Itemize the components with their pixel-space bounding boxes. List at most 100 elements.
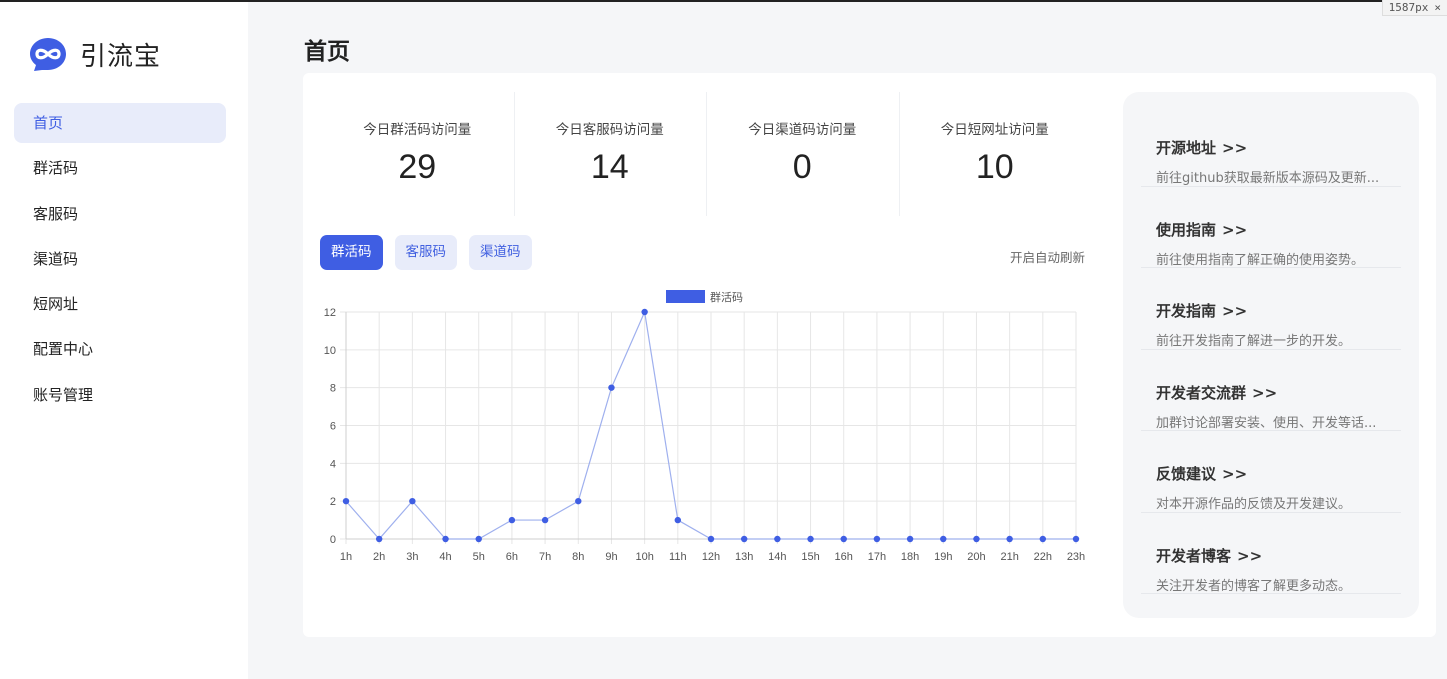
link-title: 开源地址 >> [1156, 137, 1247, 158]
link-title-text: 开发指南 [1156, 302, 1217, 320]
y-tick-label: 4 [330, 458, 336, 470]
stat-label: 今日客服码访问量 [555, 122, 664, 138]
link-desc: 对本开源作品的反馈及开发建议。 [1156, 497, 1352, 512]
data-point [1006, 535, 1013, 543]
x-tick-label: 6h [506, 551, 518, 563]
sidebar-item-group-code[interactable]: 群活码 [14, 148, 226, 188]
x-tick-label: 2h [373, 551, 385, 563]
data-point [707, 535, 715, 543]
data-point [409, 497, 416, 505]
data-point [475, 535, 482, 543]
x-tick-label: 5h [473, 551, 485, 563]
x-tick-label: 10h [635, 551, 653, 563]
sidebar-nav: 首页 群活码 客服码 渠道码 短网址 配置中心 账号管理 [14, 103, 226, 420]
width-badge: 1587px × [1381, 0, 1447, 16]
link-dev-guide[interactable]: 开发指南 >> 前往开发指南了解进一步的开发。 [1141, 268, 1401, 350]
link-title: 开发者交流群 >> [1156, 382, 1277, 403]
link-title: 开发指南 >> [1156, 300, 1247, 321]
data-point [973, 535, 980, 543]
x-tick-label: 17h [868, 551, 886, 563]
sidebar: 引流宝 首页 群活码 客服码 渠道码 短网址 配置中心 账号管理 [0, 2, 248, 679]
data-point [674, 516, 682, 524]
x-tick-label: 4h [439, 551, 451, 563]
x-tick-label: 20h [967, 551, 985, 563]
link-desc: 关注开发者的博客了解更多动态。 [1156, 578, 1352, 594]
link-title: 反馈建议 >> [1156, 463, 1247, 484]
page-title: 首页 [304, 39, 350, 65]
link-title-text: 开发者博客 [1156, 546, 1232, 565]
y-tick-label: 6 [330, 421, 336, 433]
x-tick-label: 8h [572, 551, 584, 563]
x-tick-label: 18h [901, 551, 919, 563]
x-tick-label: 15h [801, 551, 819, 563]
sidebar-item-service-code[interactable]: 客服码 [14, 194, 226, 234]
app-logo[interactable]: 引流宝 [28, 34, 161, 74]
data-point [342, 497, 350, 505]
x-tick-label: 23h [1067, 551, 1085, 563]
link-desc: 前往使用指南了解正确的使用姿势。 [1156, 252, 1365, 268]
link-title-text: 开源地址 [1156, 139, 1217, 157]
close-badge-icon[interactable]: × [1434, 1, 1441, 14]
link-feedback[interactable]: 反馈建议 >> 对本开源作品的反馈及开发建议。 [1141, 431, 1401, 513]
data-point [1039, 535, 1047, 543]
link-dev-blog[interactable]: 开发者博客 >> 关注开发者的博客了解更多动态。 [1141, 513, 1401, 594]
data-point [608, 384, 615, 391]
link-dev-group[interactable]: 开发者交流群 >> 加群讨论部署安装、使用、开发等话... [1141, 350, 1401, 431]
sidebar-item-account[interactable]: 账号管理 [14, 375, 226, 415]
link-title-text: 开发者交流群 [1156, 383, 1247, 402]
data-point [873, 535, 881, 543]
chevron-right-icon: >> [1222, 220, 1248, 239]
stat-short-url: 今日短网址访问量 10 [898, 92, 1092, 216]
data-point [641, 308, 648, 316]
chevron-right-icon: >> [1222, 302, 1248, 320]
stat-label: 今日短网址访问量 [940, 122, 1049, 138]
y-tick-label: 8 [330, 383, 336, 395]
visits-line-chart: 0 2 4 6 8 10 12 1h 2h 3h 4h 5h 6h 7h 8h 9h 10h 11h 12h 13h 1… [324, 290, 1085, 563]
sidebar-item-short-url[interactable]: 短网址 [14, 284, 226, 324]
y-tick-label: 0 [330, 534, 336, 546]
stat-value: 29 [398, 148, 437, 186]
data-point [774, 535, 781, 543]
sidebar-item-channel-code[interactable]: 渠道码 [14, 239, 226, 279]
stat-value: 0 [792, 148, 812, 186]
auto-refresh-toggle[interactable]: 开启自动刷新 [1010, 247, 1085, 266]
x-tick-label: 9h [605, 551, 617, 563]
link-desc: 加群讨论部署安装、使用、开发等话... [1156, 415, 1377, 431]
link-desc: 前往github获取最新版本源码及更新... [1156, 171, 1380, 186]
x-tick-label: 22h [1034, 551, 1052, 563]
x-tick-label: 11h [669, 551, 687, 563]
tab-channel-code[interactable]: 渠道码 [469, 235, 532, 270]
stat-label: 今日渠道码访问量 [748, 122, 857, 138]
app-name: 引流宝 [80, 41, 162, 72]
link-title-text: 使用指南 [1156, 220, 1217, 239]
data-point [840, 535, 847, 543]
y-tick-label: 2 [330, 496, 336, 508]
data-point [541, 516, 549, 524]
chevron-right-icon: >> [1222, 465, 1248, 483]
y-tick-label: 12 [324, 307, 336, 319]
data-point [1072, 535, 1080, 543]
data-point [807, 535, 814, 543]
data-point [508, 516, 516, 524]
data-point [740, 535, 748, 543]
stat-value: 10 [975, 148, 1014, 186]
x-tick-label: 12h [702, 551, 720, 563]
stat-value: 14 [590, 148, 629, 186]
tab-service-code[interactable]: 客服码 [394, 235, 457, 270]
infinity-logo-icon [30, 38, 66, 71]
sidebar-item-home[interactable]: 首页 [14, 103, 226, 143]
link-source-code[interactable]: 开源地址 >> 前往github获取最新版本源码及更新... [1141, 105, 1401, 187]
link-user-guide[interactable]: 使用指南 >> 前往使用指南了解正确的使用姿势。 [1141, 187, 1401, 268]
legend-label: 群活码 [710, 290, 743, 304]
data-point [442, 535, 449, 543]
x-tick-label: 16h [835, 551, 853, 563]
legend-swatch [666, 290, 705, 303]
chart-tabs: 群活码 客服码 渠道码 [320, 235, 544, 270]
tab-group-code[interactable]: 群活码 [320, 235, 383, 270]
x-tick-label: 19h [934, 551, 952, 563]
y-tick-label: 10 [324, 345, 336, 357]
x-tick-label: 3h [406, 551, 418, 563]
width-badge-label: 1587px [1388, 1, 1429, 14]
link-title: 开发者博客 >> [1156, 545, 1262, 566]
sidebar-item-config-center[interactable]: 配置中心 [14, 329, 226, 369]
